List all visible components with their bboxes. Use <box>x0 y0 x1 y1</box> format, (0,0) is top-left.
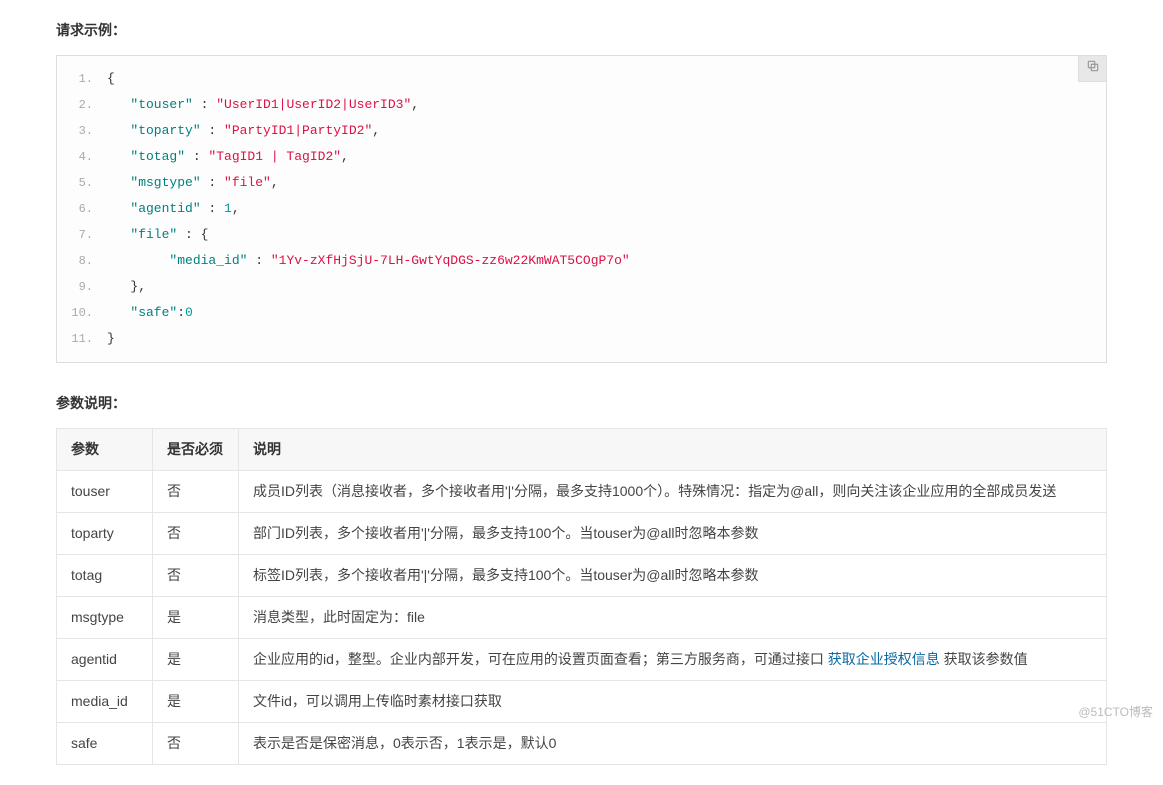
param-desc: 部门ID列表，多个接收者用'|'分隔，最多支持100个。当touser为@all… <box>239 513 1107 555</box>
code-content: "msgtype" : "file", <box>107 170 279 196</box>
param-desc: 表示是否是保密消息，0表示否，1表示是，默认0 <box>239 723 1107 765</box>
param-required: 是 <box>153 681 239 723</box>
line-number: 11. <box>57 326 107 352</box>
param-name: touser <box>57 471 153 513</box>
line-number: 7. <box>57 222 107 248</box>
param-name: totag <box>57 555 153 597</box>
param-required: 是 <box>153 639 239 681</box>
table-row: totag否标签ID列表，多个接收者用'|'分隔，最多支持100个。当touse… <box>57 555 1107 597</box>
code-content: } <box>107 326 115 352</box>
line-number: 3. <box>57 118 107 144</box>
code-line: 11.} <box>57 326 1106 352</box>
table-row: toparty否部门ID列表，多个接收者用'|'分隔，最多支持100个。当tou… <box>57 513 1107 555</box>
param-desc: 标签ID列表，多个接收者用'|'分隔，最多支持100个。当touser为@all… <box>239 555 1107 597</box>
code-line: 9. }, <box>57 274 1106 300</box>
param-desc: 文件id，可以调用上传临时素材接口获取 <box>239 681 1107 723</box>
th-desc: 说明 <box>239 429 1107 471</box>
table-row: touser否成员ID列表（消息接收者，多个接收者用'|'分隔，最多支持1000… <box>57 471 1107 513</box>
line-number: 5. <box>57 170 107 196</box>
code-content: "toparty" : "PartyID1|PartyID2", <box>107 118 380 144</box>
th-required: 是否必须 <box>153 429 239 471</box>
code-line: 6. "agentid" : 1, <box>57 196 1106 222</box>
line-number: 1. <box>57 66 107 92</box>
table-row: media_id是文件id，可以调用上传临时素材接口获取 <box>57 681 1107 723</box>
code-lines: 1.{2. "touser" : "UserID1|UserID2|UserID… <box>57 56 1106 362</box>
code-content: "safe":0 <box>107 300 193 326</box>
copy-button[interactable] <box>1078 56 1106 82</box>
code-example-block: 1.{2. "touser" : "UserID1|UserID2|UserID… <box>56 55 1107 363</box>
table-row: msgtype是消息类型，此时固定为：file <box>57 597 1107 639</box>
code-content: { <box>107 66 115 92</box>
param-desc: 企业应用的id，整型。企业内部开发，可在应用的设置页面查看；第三方服务商，可通过… <box>239 639 1107 681</box>
auth-info-link[interactable]: 获取企业授权信息 <box>828 651 940 667</box>
param-required: 否 <box>153 513 239 555</box>
code-content: "agentid" : 1, <box>107 196 240 222</box>
line-number: 2. <box>57 92 107 118</box>
param-name: agentid <box>57 639 153 681</box>
line-number: 4. <box>57 144 107 170</box>
param-name: safe <box>57 723 153 765</box>
param-required: 否 <box>153 471 239 513</box>
code-content: "media_id" : "1Yv-zXfHjSjU-7LH-GwtYqDGS-… <box>107 248 630 274</box>
code-content: }, <box>107 274 146 300</box>
param-required: 否 <box>153 723 239 765</box>
code-content: "totag" : "TagID1 | TagID2", <box>107 144 349 170</box>
table-row: safe否表示是否是保密消息，0表示否，1表示是，默认0 <box>57 723 1107 765</box>
request-example-heading: 请求示例： <box>56 20 1107 41</box>
param-name: msgtype <box>57 597 153 639</box>
code-line: 3. "toparty" : "PartyID1|PartyID2", <box>57 118 1106 144</box>
param-required: 是 <box>153 597 239 639</box>
param-table: 参数 是否必须 说明 touser否成员ID列表（消息接收者，多个接收者用'|'… <box>56 428 1107 765</box>
line-number: 10. <box>57 300 107 326</box>
th-param: 参数 <box>57 429 153 471</box>
param-desc: 消息类型，此时固定为：file <box>239 597 1107 639</box>
line-number: 6. <box>57 196 107 222</box>
table-row: agentid是企业应用的id，整型。企业内部开发，可在应用的设置页面查看；第三… <box>57 639 1107 681</box>
table-header-row: 参数 是否必须 说明 <box>57 429 1107 471</box>
copy-icon <box>1086 58 1100 79</box>
param-name: toparty <box>57 513 153 555</box>
line-number: 9. <box>57 274 107 300</box>
line-number: 8. <box>57 248 107 274</box>
code-content: "touser" : "UserID1|UserID2|UserID3", <box>107 92 419 118</box>
param-required: 否 <box>153 555 239 597</box>
param-name: media_id <box>57 681 153 723</box>
code-line: 2. "touser" : "UserID1|UserID2|UserID3", <box>57 92 1106 118</box>
code-line: 7. "file" : { <box>57 222 1106 248</box>
code-line: 10. "safe":0 <box>57 300 1106 326</box>
code-content: "file" : { <box>107 222 208 248</box>
code-line: 8. "media_id" : "1Yv-zXfHjSjU-7LH-GwtYqD… <box>57 248 1106 274</box>
param-section-heading: 参数说明： <box>56 393 1107 414</box>
param-desc: 成员ID列表（消息接收者，多个接收者用'|'分隔，最多支持1000个）。特殊情况… <box>239 471 1107 513</box>
code-line: 1.{ <box>57 66 1106 92</box>
code-line: 4. "totag" : "TagID1 | TagID2", <box>57 144 1106 170</box>
code-line: 5. "msgtype" : "file", <box>57 170 1106 196</box>
